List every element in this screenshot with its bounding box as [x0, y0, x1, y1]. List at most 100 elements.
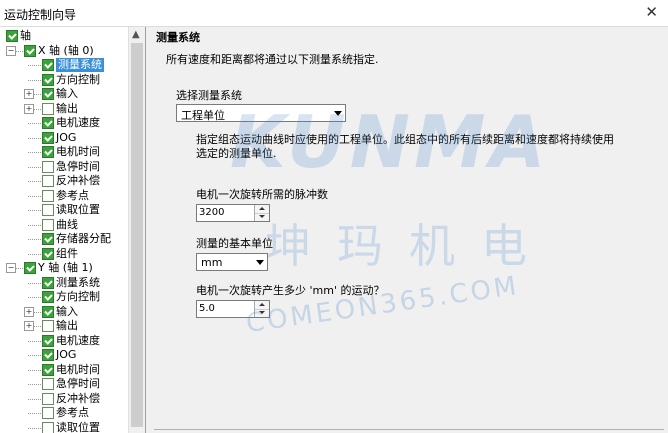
tree-item[interactable]: 读取位置 [0, 421, 128, 433]
checked-checkbox-icon[interactable] [42, 363, 54, 376]
spin-down-icon[interactable] [255, 213, 269, 221]
tree-item[interactable]: 电机速度 [0, 334, 128, 348]
unchecked-checkbox-icon[interactable] [42, 204, 54, 216]
checked-checkbox-icon[interactable] [42, 233, 54, 245]
tree-item-label: 输入 [56, 304, 78, 318]
scroll-up-icon[interactable]: ▲ [132, 29, 140, 40]
tree-item[interactable]: JOG [0, 131, 128, 145]
unchecked-checkbox-icon[interactable] [42, 175, 54, 187]
tree-item-label: 读取位置 [56, 203, 100, 216]
checked-checkbox-icon[interactable] [24, 44, 36, 57]
checked-checkbox-icon[interactable] [42, 117, 54, 129]
measurement-system-value: 工程单位 [181, 109, 225, 122]
tree-item-label: 曲线 [56, 217, 78, 231]
checked-checkbox-icon[interactable] [42, 247, 54, 260]
tree-item[interactable]: 急停时间 [0, 377, 128, 391]
expand-icon[interactable]: + [24, 321, 34, 331]
tree-item[interactable]: 存储器分配 [0, 232, 128, 246]
tree-item[interactable]: 反冲补偿 [0, 174, 128, 188]
tree-item-label: 方向控制 [56, 72, 100, 86]
navigation-tree: 轴 − X 轴 (轴 0) 测量系统 方向控制 + 输入 + 输出 电机速度 JOG 电机时间 急停时间… [0, 27, 146, 433]
unchecked-checkbox-icon[interactable] [42, 160, 54, 173]
tree-item[interactable]: 读取位置 [0, 203, 128, 217]
main-panel: 测量系统 所有速度和距离都将通过以下测量系统指定. 选择测量系统 工程单位 指定… [146, 27, 668, 433]
checked-checkbox-icon[interactable] [6, 30, 18, 42]
checked-checkbox-icon[interactable] [42, 73, 54, 86]
tree-item[interactable]: 电机速度 [0, 116, 128, 130]
tree-item[interactable]: 组件 [0, 247, 128, 261]
pulses-per-rev-stepper[interactable] [196, 204, 270, 222]
close-icon[interactable]: ✕ [645, 3, 658, 21]
scrollbar-thumb[interactable] [131, 43, 143, 427]
checked-checkbox-icon[interactable] [42, 334, 54, 347]
collapse-icon[interactable]: − [6, 45, 16, 56]
tree-connector [28, 413, 41, 414]
spin-down-icon[interactable] [255, 309, 269, 317]
tree-item[interactable]: 曲线 [0, 218, 128, 232]
tree-item[interactable]: 方向控制 [0, 73, 128, 87]
tree-item[interactable]: 测量系统 [0, 276, 128, 290]
checked-checkbox-icon[interactable] [42, 146, 54, 158]
tree-item-label: 轴 [20, 29, 31, 42]
tree-scrollbar[interactable]: ▲ [128, 27, 145, 433]
checked-checkbox-icon[interactable] [42, 59, 54, 71]
tree-item-label: 参考点 [56, 406, 89, 419]
bottom-divider [154, 429, 664, 430]
pulses-per-rev-label: 电机一次旋转所需的脉冲数 [196, 188, 328, 201]
checked-checkbox-icon[interactable] [42, 131, 54, 144]
tree-item[interactable]: 反冲补偿 [0, 392, 128, 406]
tree-item[interactable]: 参考点 [0, 406, 128, 420]
tree-item[interactable]: + 输出 [0, 102, 128, 116]
checked-checkbox-icon[interactable] [42, 305, 54, 318]
base-unit-select[interactable]: mm [196, 253, 268, 271]
motion-per-rev-input[interactable] [199, 302, 237, 315]
unchecked-checkbox-icon[interactable] [42, 421, 54, 433]
tree-connector [28, 65, 41, 66]
unchecked-checkbox-icon[interactable] [42, 218, 54, 231]
tree-item-label: 反冲补偿 [56, 174, 100, 187]
tree-item[interactable]: + 输入 [0, 305, 128, 319]
tree-item[interactable]: 急停时间 [0, 160, 128, 174]
checked-checkbox-icon[interactable] [42, 88, 54, 100]
tree-item-label: 电机时间 [56, 145, 100, 158]
tree-item[interactable]: 参考点 [0, 189, 128, 203]
checked-checkbox-icon[interactable] [42, 291, 54, 303]
checked-checkbox-icon[interactable] [42, 276, 54, 289]
unchecked-checkbox-icon[interactable] [42, 189, 54, 202]
tree-connector [28, 384, 41, 385]
tree-connector [34, 94, 41, 95]
tree-item-label: 电机速度 [56, 333, 100, 347]
tree-item[interactable]: 方向控制 [0, 290, 128, 304]
expand-icon[interactable]: + [24, 306, 34, 317]
tree-item[interactable]: 电机时间 [0, 363, 128, 377]
tree-item-label: 电机时间 [56, 362, 100, 376]
tree-item[interactable]: + 输入 [0, 87, 128, 101]
motion-per-rev-stepper[interactable] [196, 300, 270, 318]
tree-item[interactable]: JOG [0, 348, 128, 362]
tree-connector [28, 340, 41, 342]
checked-checkbox-icon[interactable] [24, 262, 36, 274]
unchecked-checkbox-icon[interactable] [42, 407, 54, 419]
unchecked-checkbox-icon[interactable] [42, 392, 54, 405]
tree-connector [16, 50, 23, 52]
tree-item[interactable]: 测量系统 [0, 58, 128, 72]
tree-item[interactable]: + 输出 [0, 319, 128, 333]
unchecked-checkbox-icon[interactable] [42, 320, 54, 332]
unchecked-checkbox-icon[interactable] [42, 102, 54, 115]
tree-axis-node[interactable]: − X 轴 (轴 0) [0, 44, 128, 58]
tree-axis-node[interactable]: − Y 轴 (轴 1) [0, 261, 128, 275]
measurement-system-select[interactable]: 工程单位 [176, 104, 346, 122]
tree-connector [28, 137, 41, 139]
collapse-icon[interactable]: − [6, 263, 16, 273]
expand-icon[interactable]: + [24, 89, 34, 99]
pulses-per-rev-input[interactable] [199, 206, 237, 219]
checked-checkbox-icon[interactable] [42, 349, 54, 361]
unchecked-checkbox-icon[interactable] [42, 378, 54, 390]
tree-connector [28, 210, 41, 211]
tree-connector [34, 311, 41, 313]
tree-item[interactable]: 电机时间 [0, 145, 128, 159]
tree-item-label: Y 轴 (轴 1) [38, 261, 93, 274]
expand-icon[interactable]: + [24, 103, 34, 114]
tree-root[interactable]: 轴 [0, 29, 128, 43]
tree-connector [28, 297, 41, 298]
